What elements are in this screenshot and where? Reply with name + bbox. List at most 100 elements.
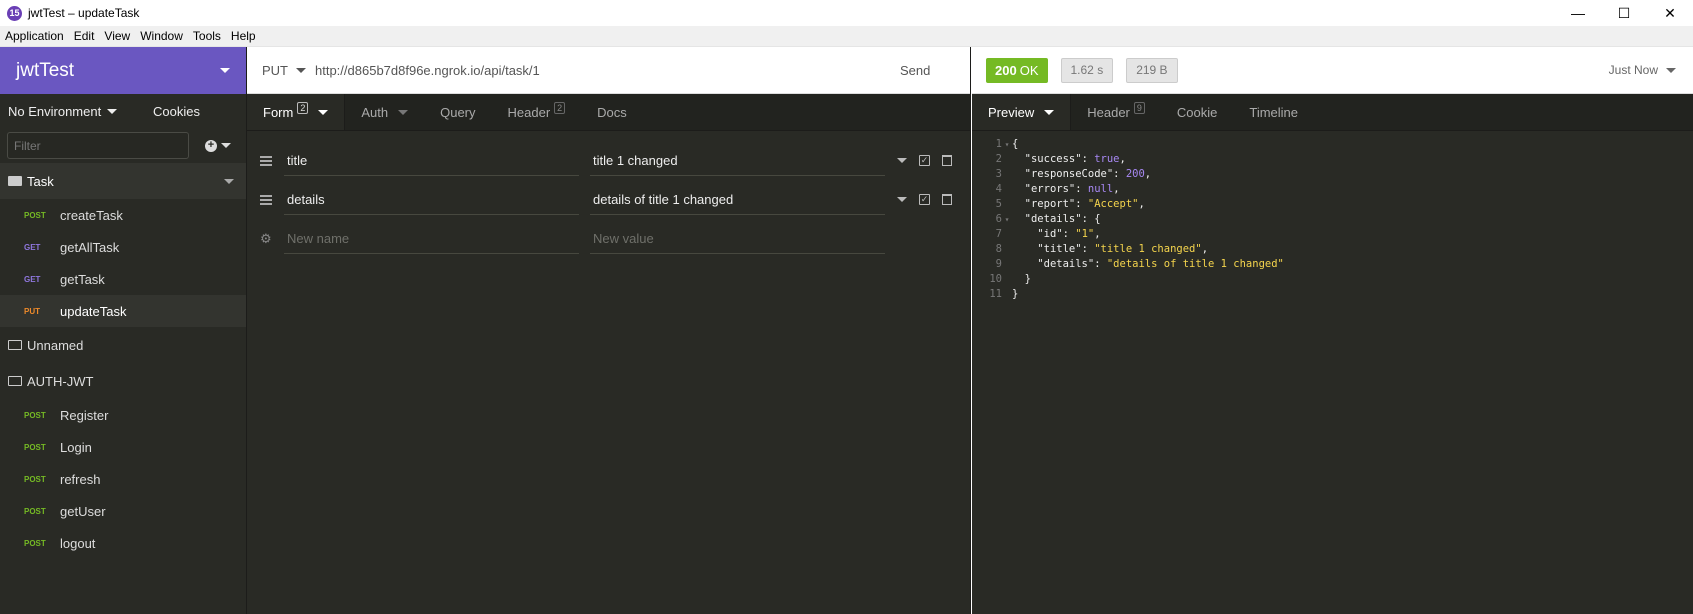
request-item-active[interactable]: PUT updateTask xyxy=(0,295,246,327)
menu-application[interactable]: Application xyxy=(0,29,69,43)
url-input[interactable]: http://d865b7d8f96e.ngrok.io/api/task/1 xyxy=(315,63,900,78)
param-name-field[interactable]: title xyxy=(284,146,579,176)
request-item[interactable]: POST logout xyxy=(0,527,246,559)
fold-icon xyxy=(1002,167,1012,182)
line-number: 10 xyxy=(989,273,1002,285)
cookies-button[interactable]: Cookies xyxy=(153,104,200,119)
request-name: getTask xyxy=(60,271,105,287)
request-item[interactable]: GET getTask xyxy=(0,263,246,295)
tab-label: Preview xyxy=(988,104,1035,120)
line-number: 8 xyxy=(995,243,1002,255)
drag-handle-icon[interactable] xyxy=(260,155,272,166)
folder-auth-jwt[interactable]: AUTH-JWT xyxy=(0,363,246,399)
menu-window[interactable]: Window xyxy=(135,29,188,43)
gear-icon[interactable]: ⚙ xyxy=(260,231,272,247)
tab-cookie[interactable]: Cookie xyxy=(1160,94,1234,130)
tab-auth[interactable]: Auth xyxy=(345,94,425,130)
method-label: PUT xyxy=(262,62,288,78)
tab-header[interactable]: Header 2 xyxy=(491,94,582,130)
workspace-dropdown[interactable]: jwtTest xyxy=(0,47,246,94)
request-name: getUser xyxy=(60,503,106,519)
plus-circle-icon: + xyxy=(205,139,217,152)
chevron-down-icon[interactable] xyxy=(224,178,234,184)
form-row: details details of title 1 changed ✓ xyxy=(247,180,970,219)
tab-label: Query xyxy=(440,104,476,120)
request-item[interactable]: POST getUser xyxy=(0,495,246,527)
folder-closed-icon xyxy=(8,340,22,350)
tab-label: Form xyxy=(263,104,294,120)
trash-icon[interactable] xyxy=(942,194,952,205)
tab-timeline[interactable]: Timeline xyxy=(1233,94,1315,130)
new-value-field[interactable]: New value xyxy=(590,224,885,254)
method-badge: POST xyxy=(24,442,46,452)
tab-form[interactable]: Form 2 xyxy=(247,94,346,130)
chevron-down-icon[interactable] xyxy=(897,158,907,163)
maximize-button[interactable]: ☐ xyxy=(1601,0,1647,26)
line-number: 11 xyxy=(989,288,1002,300)
request-name: logout xyxy=(60,535,96,551)
chevron-down-icon xyxy=(1666,67,1676,73)
code-line: 8 "title": "title 1 changed", xyxy=(972,242,1693,257)
trash-icon[interactable] xyxy=(942,155,952,166)
menu-tools[interactable]: Tools xyxy=(188,29,226,43)
drag-handle-icon[interactable] xyxy=(260,194,272,205)
checkbox-icon[interactable]: ✓ xyxy=(919,194,930,205)
code-line: 1 ▾{ xyxy=(972,137,1693,152)
tab-label: Header xyxy=(1087,104,1130,120)
tabs-spacer xyxy=(642,94,970,130)
sidebar: jwtTest No Environment Cookies + Task PO… xyxy=(0,47,247,614)
checkbox-icon[interactable]: ✓ xyxy=(919,155,930,166)
history-dropdown[interactable]: Just Now xyxy=(1609,63,1676,77)
line-number: 5 xyxy=(995,198,1002,210)
request-item[interactable]: POST createTask xyxy=(0,199,246,231)
request-item[interactable]: GET getAllTask xyxy=(0,231,246,263)
history-label: Just Now xyxy=(1608,63,1658,77)
line-number: 9 xyxy=(995,258,1002,270)
tab-query[interactable]: Query xyxy=(424,94,492,130)
response-status-bar: 200 OK 1.62 s 219 B Just Now xyxy=(972,47,1693,94)
add-item-button[interactable]: + xyxy=(205,139,231,152)
folder-open-icon xyxy=(8,176,22,186)
line-number: 1 xyxy=(995,138,1002,150)
send-button[interactable]: Send xyxy=(900,63,970,78)
menu-view[interactable]: View xyxy=(99,29,135,43)
close-button[interactable]: ✕ xyxy=(1647,0,1693,26)
chevron-down-icon[interactable] xyxy=(897,197,907,202)
environment-row: No Environment Cookies xyxy=(0,94,246,128)
method-badge: POST xyxy=(24,210,46,220)
tab-response-header[interactable]: Header 9 xyxy=(1071,94,1161,130)
tab-preview[interactable]: Preview xyxy=(972,94,1072,130)
tab-count-badge: 9 xyxy=(1133,102,1145,114)
environment-dropdown[interactable]: No Environment xyxy=(8,104,118,119)
menu-help[interactable]: Help xyxy=(226,29,261,43)
filter-input[interactable] xyxy=(7,132,189,159)
request-name: Register xyxy=(60,407,109,423)
new-name-field[interactable]: New name xyxy=(284,224,579,254)
response-tabs: Preview Header 9 Cookie Timeline xyxy=(972,94,1693,131)
menu-edit[interactable]: Edit xyxy=(69,29,100,43)
method-badge: POST xyxy=(24,506,46,516)
row-actions: ✓ xyxy=(897,194,952,205)
code-text: "report": "Accept", xyxy=(1024,198,1145,210)
code-text: } xyxy=(1012,273,1031,285)
param-name-field[interactable]: details xyxy=(284,185,579,215)
fold-icon xyxy=(1002,182,1012,197)
request-item[interactable]: POST refresh xyxy=(0,463,246,495)
folder-unnamed[interactable]: Unnamed xyxy=(0,327,246,363)
fold-icon: ▾ xyxy=(1004,215,1010,224)
folder-task[interactable]: Task xyxy=(0,163,246,199)
response-body-viewer[interactable]: 1 ▾{2 "success": true, 3 "responseCode": 2… xyxy=(972,131,1693,302)
request-item[interactable]: POST Login xyxy=(0,431,246,463)
param-value-field[interactable]: title 1 changed xyxy=(590,146,885,176)
request-name: Login xyxy=(60,439,92,455)
param-value-field[interactable]: details of title 1 changed xyxy=(590,185,885,215)
method-badge: GET xyxy=(24,274,41,284)
minimize-button[interactable]: — xyxy=(1555,0,1601,26)
request-item[interactable]: POST Register xyxy=(0,399,246,431)
fold-icon xyxy=(1002,257,1012,272)
code-line: 7 "id": "1", xyxy=(972,227,1693,242)
method-dropdown[interactable]: PUT xyxy=(247,62,306,78)
code-text: "details": { xyxy=(1024,213,1101,225)
code-text: "id": "1", xyxy=(1037,228,1101,240)
tab-docs[interactable]: Docs xyxy=(581,94,643,130)
